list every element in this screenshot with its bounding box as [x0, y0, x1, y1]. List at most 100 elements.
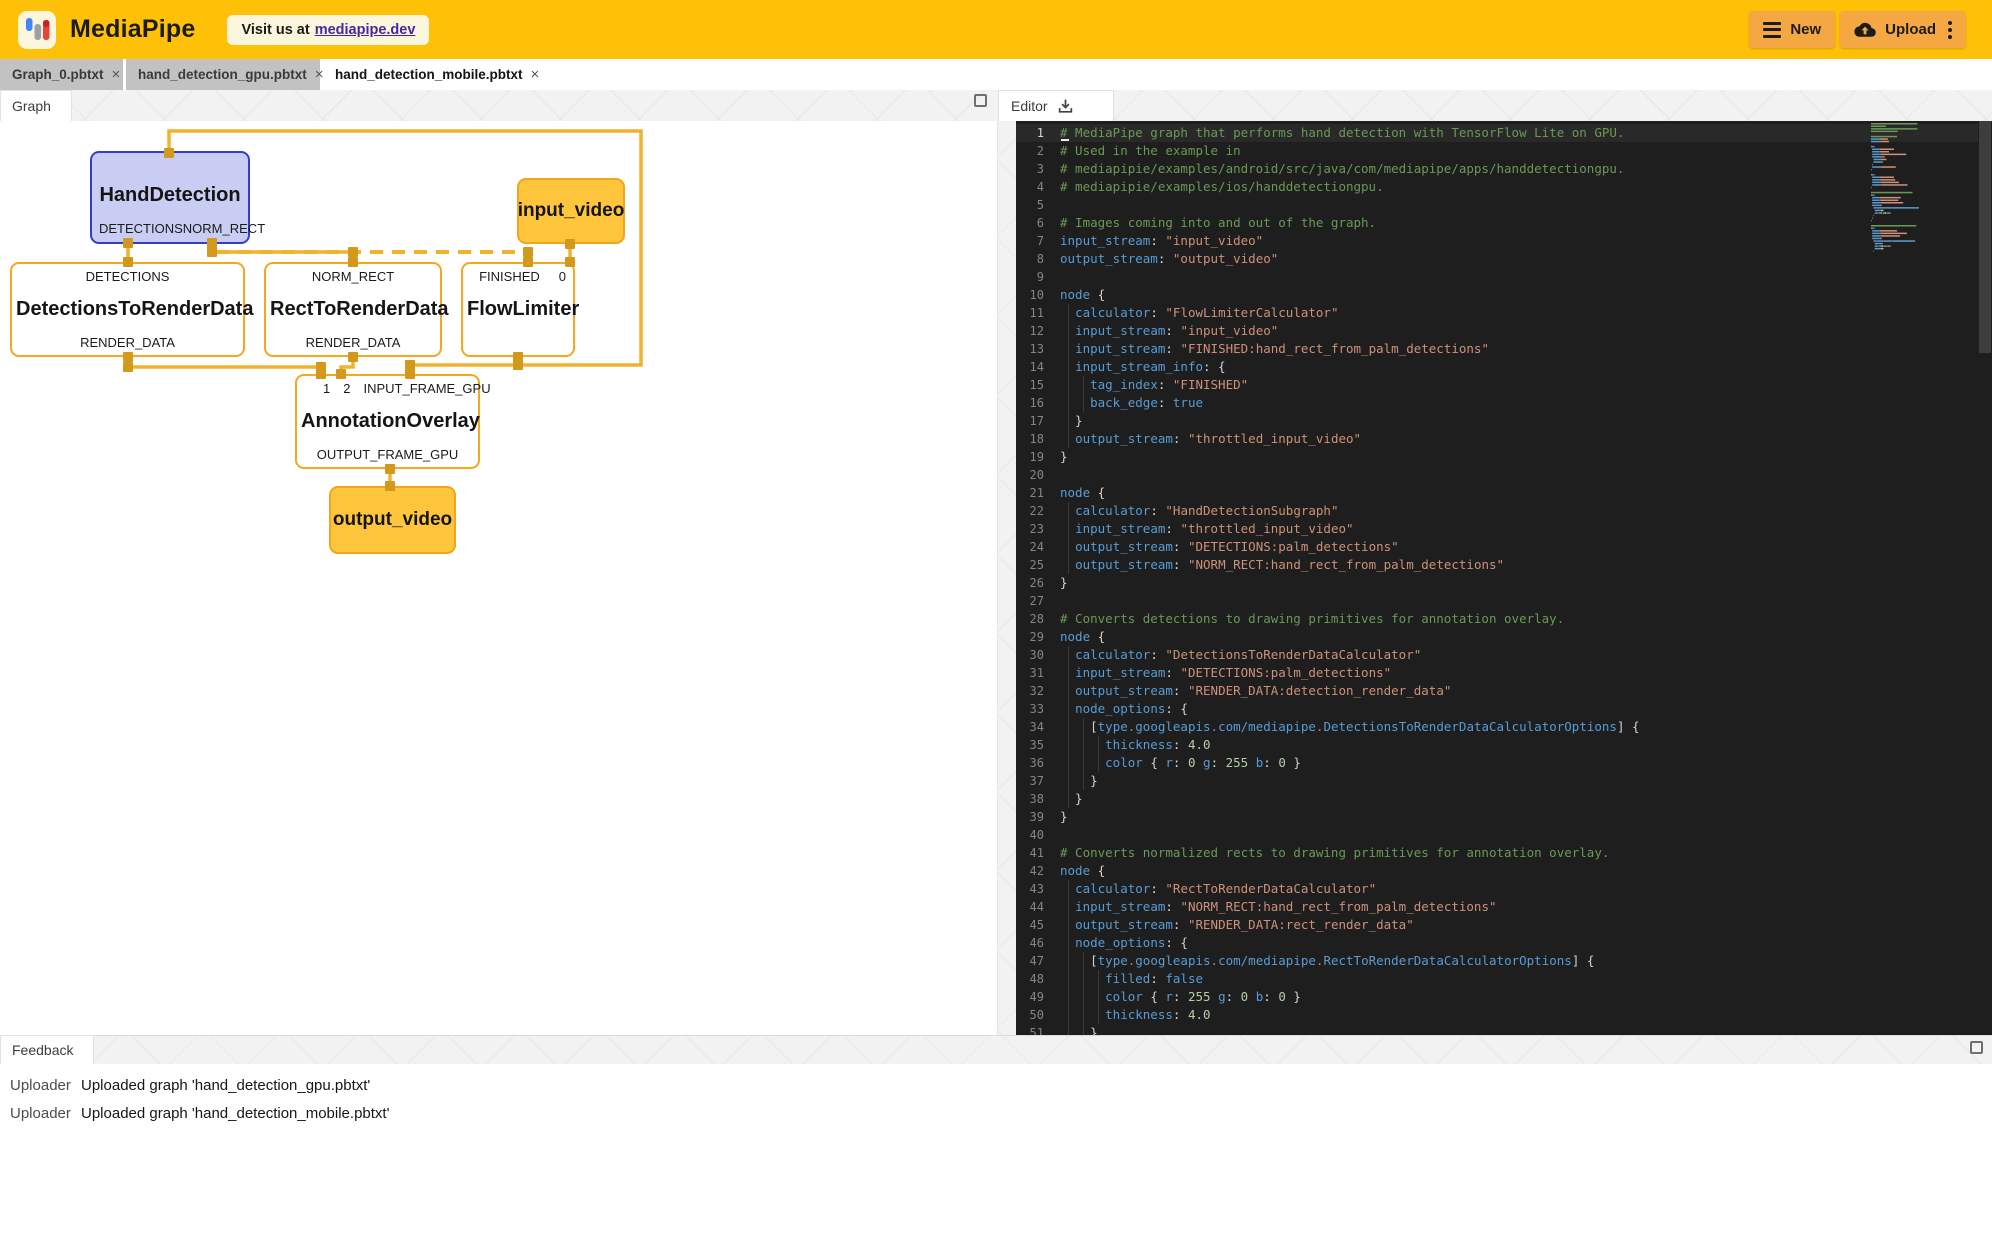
kebab-menu-icon[interactable]	[1948, 21, 1952, 39]
code-line[interactable]: 8output_stream: "output_video"	[1016, 250, 1978, 268]
code-line[interactable]: 17 }	[1016, 412, 1978, 430]
code-line[interactable]: 1# MediaPipe graph that performs hand de…	[1016, 124, 1978, 142]
code-line[interactable]: 41# Converts normalized rects to drawing…	[1016, 844, 1978, 862]
code-line[interactable]: 4# mediapipie/examples/ios/handdetection…	[1016, 178, 1978, 196]
code-line[interactable]: 44 input_stream: "NORM_RECT:hand_rect_fr…	[1016, 898, 1978, 916]
graph-pane-tab[interactable]: Graph	[0, 90, 72, 121]
code-line[interactable]: 43 calculator: "RectToRenderDataCalculat…	[1016, 880, 1978, 898]
line-number: 22	[1016, 502, 1060, 520]
node-title: FlowLimiter	[467, 298, 569, 321]
code-line[interactable]: 24 output_stream: "DETECTIONS:palm_detec…	[1016, 538, 1978, 556]
code-line[interactable]: 26}	[1016, 574, 1978, 592]
code-line[interactable]: 25 output_stream: "NORM_RECT:hand_rect_f…	[1016, 556, 1978, 574]
code-line[interactable]: 10node {	[1016, 286, 1978, 304]
code-line[interactable]: 42node {	[1016, 862, 1978, 880]
code-line[interactable]: 13 input_stream: "FINISHED:hand_rect_fro…	[1016, 340, 1978, 358]
code-line[interactable]: 36 color { r: 0 g: 255 b: 0 }	[1016, 754, 1978, 772]
code-line[interactable]: 46 node_options: {	[1016, 934, 1978, 952]
code-line[interactable]: 28# Converts detections to drawing primi…	[1016, 610, 1978, 628]
code-line[interactable]: 12 input_stream: "input_video"	[1016, 322, 1978, 340]
new-button[interactable]: New	[1749, 11, 1835, 48]
code-line[interactable]: 9	[1016, 268, 1978, 286]
mediapipe-visualizer: MediaPipe Visit us at mediapipe.dev New …	[0, 0, 1992, 1236]
node-input-video[interactable]: input_video	[517, 178, 625, 244]
code-line[interactable]: 47 [type.googleapis.com/mediapipe.RectTo…	[1016, 952, 1978, 970]
node-title: RectToRenderData	[270, 298, 436, 321]
code-line[interactable]: 48 filled: false	[1016, 970, 1978, 988]
line-number: 14	[1016, 358, 1060, 376]
line-number: 18	[1016, 430, 1060, 448]
code-line[interactable]: 35 thickness: 4.0	[1016, 736, 1978, 754]
feedback-tab-label: Feedback	[12, 1042, 73, 1058]
code-line[interactable]: 16 back_edge: true	[1016, 394, 1978, 412]
node-output-video[interactable]: output_video	[329, 486, 456, 554]
code-lines[interactable]: 1# MediaPipe graph that performs hand de…	[1016, 124, 1978, 1035]
code-line[interactable]: 31 input_stream: "DETECTIONS:palm_detect…	[1016, 664, 1978, 682]
minimap[interactable]	[1868, 121, 1962, 271]
code-line[interactable]: 11 calculator: "FlowLimiterCalculator"	[1016, 304, 1978, 322]
line-number: 1	[1016, 124, 1060, 142]
code-line[interactable]: 5	[1016, 196, 1978, 214]
close-icon[interactable]: ×	[112, 67, 121, 82]
upload-button-label: Upload	[1885, 21, 1936, 38]
node-flow-limiter[interactable]: FINISHED 0 FlowLimiter	[461, 262, 575, 357]
code-line[interactable]: 49 color { r: 255 g: 0 b: 0 }	[1016, 988, 1978, 1006]
code-line[interactable]: 6# Images coming into and out of the gra…	[1016, 214, 1978, 232]
line-number: 37	[1016, 772, 1060, 790]
code-line[interactable]: 34 [type.googleapis.com/mediapipe.Detect…	[1016, 718, 1978, 736]
code-line[interactable]: 21node {	[1016, 484, 1978, 502]
code-line[interactable]: 7input_stream: "input_video"	[1016, 232, 1978, 250]
node-hand-detection[interactable]: HandDetection DETECTIONS NORM_RECT	[90, 151, 250, 244]
tab-graph-0[interactable]: Graph_0.pbtxt ×	[0, 59, 123, 90]
code-line[interactable]: 23 input_stream: "throttled_input_video"	[1016, 520, 1978, 538]
line-number: 19	[1016, 448, 1060, 466]
code-line[interactable]: 51 }	[1016, 1024, 1978, 1035]
editor-scrollbar[interactable]	[1978, 121, 1992, 1035]
code-line[interactable]: 27	[1016, 592, 1978, 610]
code-line[interactable]: 3# mediapipie/examples/android/src/java/…	[1016, 160, 1978, 178]
upload-button[interactable]: Upload	[1840, 11, 1966, 48]
tab-hand-detection-gpu[interactable]: hand_detection_gpu.pbtxt ×	[126, 59, 320, 90]
code-line[interactable]: 33 node_options: {	[1016, 700, 1978, 718]
node-title: DetectionsToRenderData	[16, 298, 239, 321]
editor-pane-tab[interactable]: Editor	[998, 90, 1114, 121]
close-icon[interactable]: ×	[531, 67, 540, 82]
line-number: 36	[1016, 754, 1060, 772]
code-line[interactable]: 15 tag_index: "FINISHED"	[1016, 376, 1978, 394]
port-label: DETECTIONS	[99, 221, 183, 236]
line-number: 43	[1016, 880, 1060, 898]
feedback-pane-tab[interactable]: Feedback	[0, 1035, 94, 1064]
code-line[interactable]: 22 calculator: "HandDetectionSubgraph"	[1016, 502, 1978, 520]
code-line[interactable]: 32 output_stream: "RENDER_DATA:detection…	[1016, 682, 1978, 700]
code-editor[interactable]: 1# MediaPipe graph that performs hand de…	[1016, 121, 1992, 1035]
line-number: 15	[1016, 376, 1060, 394]
editor-tab-label: Editor	[1011, 98, 1048, 114]
code-line[interactable]: 19}	[1016, 448, 1978, 466]
code-line[interactable]: 30 calculator: "DetectionsToRenderDataCa…	[1016, 646, 1978, 664]
code-line[interactable]: 50 thickness: 4.0	[1016, 1006, 1978, 1024]
scrollbar-thumb[interactable]	[1979, 121, 1991, 353]
mediapipe-dev-link[interactable]: mediapipe.dev	[315, 22, 416, 38]
code-line[interactable]: 37 }	[1016, 772, 1978, 790]
code-line[interactable]: 2# Used in the example in	[1016, 142, 1978, 160]
port-label: NORM_RECT	[312, 269, 394, 284]
line-number: 40	[1016, 826, 1060, 844]
code-line[interactable]: 38 }	[1016, 790, 1978, 808]
tab-hand-detection-mobile[interactable]: hand_detection_mobile.pbtxt ×	[323, 59, 543, 90]
node-rect-to-render-data[interactable]: NORM_RECT RectToRenderData RENDER_DATA	[264, 262, 442, 357]
code-line[interactable]: 29node {	[1016, 628, 1978, 646]
feedback-log: Uploader Uploaded graph 'hand_detection_…	[0, 1064, 1992, 1236]
maximize-icon[interactable]	[974, 94, 987, 107]
code-line[interactable]: 20	[1016, 466, 1978, 484]
node-detections-to-render-data[interactable]: DETECTIONS DetectionsToRenderData RENDER…	[10, 262, 245, 357]
node-annotation-overlay[interactable]: 1 2 INPUT_FRAME_GPU AnnotationOverlay OU…	[295, 374, 480, 469]
graph-canvas[interactable]: HandDetection DETECTIONS NORM_RECT input…	[0, 121, 998, 1035]
download-icon[interactable]	[1057, 98, 1074, 115]
code-line[interactable]: 18 output_stream: "throttled_input_video…	[1016, 430, 1978, 448]
code-line[interactable]: 40	[1016, 826, 1978, 844]
code-line[interactable]: 45 output_stream: "RENDER_DATA:rect_rend…	[1016, 916, 1978, 934]
line-number: 48	[1016, 970, 1060, 988]
code-line[interactable]: 39}	[1016, 808, 1978, 826]
code-line[interactable]: 14 input_stream_info: {	[1016, 358, 1978, 376]
line-number: 17	[1016, 412, 1060, 430]
